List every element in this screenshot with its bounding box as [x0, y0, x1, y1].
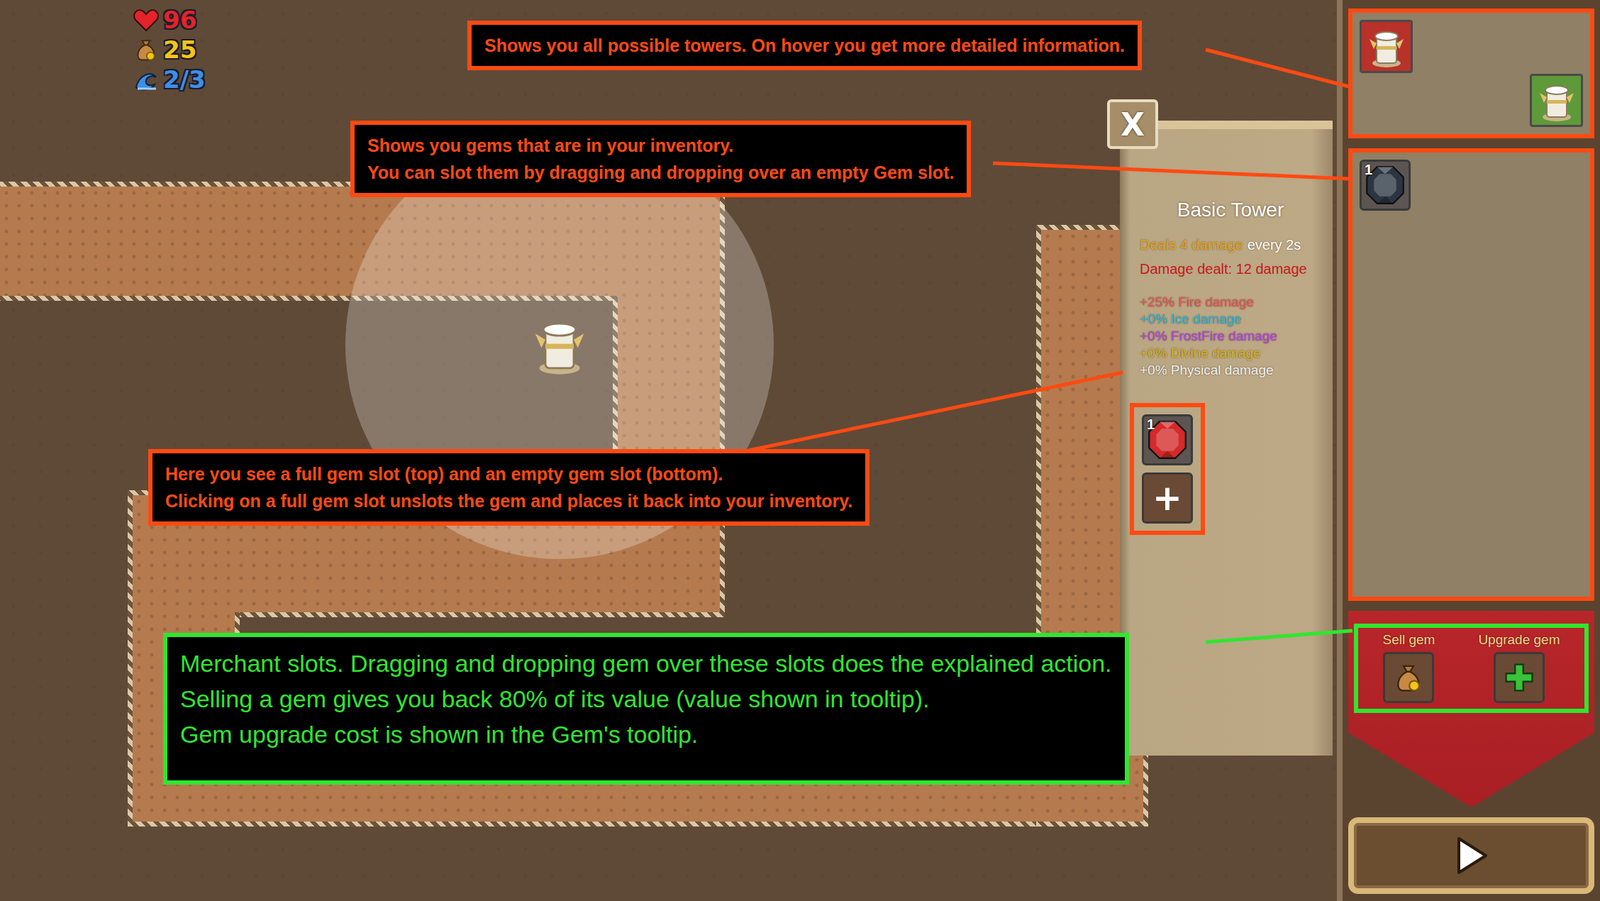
- money-bag-icon: [1392, 660, 1425, 694]
- game-screen: 96252/3 X Basic Tower Deals 4 damageevery 2…: [0, 0, 1600, 901]
- sell-gem: Sell gem: [1382, 631, 1435, 703]
- merchant-slots: Sell gem Upgrade gem: [1353, 623, 1589, 713]
- callout-line: Gem upgrade cost is shown in the Gem's t…: [180, 716, 1113, 752]
- money-bag-icon: [133, 36, 159, 63]
- gem-count: 1: [1364, 161, 1373, 179]
- health-stat: 96: [133, 5, 206, 35]
- callout-line: Selling a gem gives you back 80% of its …: [180, 680, 1113, 717]
- gold-stat: 25: [133, 35, 206, 64]
- plus-icon: [1502, 660, 1536, 694]
- player-stats: 96252/3: [133, 5, 206, 94]
- damage-dealt: Damage dealt: 12 damage: [1139, 259, 1322, 279]
- callout-line: Merchant slots. Dragging and dropping ge…: [180, 645, 1113, 681]
- gem-slots: 1+: [1129, 402, 1205, 535]
- inventory-gem[interactable]: 1: [1359, 159, 1411, 211]
- tower-card[interactable]: [1529, 73, 1583, 127]
- gem-inventory: 1: [1348, 148, 1595, 601]
- play-icon: [1454, 835, 1489, 876]
- full-gem-slot[interactable]: 1: [1141, 414, 1193, 466]
- callout-line: Shows you gems that are in your inventor…: [367, 131, 954, 159]
- heart-icon: [133, 7, 159, 32]
- merchant-label: Sell gem: [1382, 631, 1435, 648]
- callout-line: Here you see a full gem slot (top) and a…: [165, 460, 853, 488]
- damage-bonus: +0% Divine damage: [1139, 344, 1322, 362]
- tower-list: [1348, 8, 1595, 139]
- merchant-label: Upgrade gem: [1478, 631, 1560, 648]
- damage-text: Deals 4 damage: [1139, 236, 1244, 253]
- interval-text: every 2s: [1247, 236, 1302, 253]
- damage-bonuses: +25% Fire damage+0% Ice damage+0% FrostF…: [1139, 293, 1322, 379]
- gem-count: 1: [1146, 416, 1155, 433]
- tutorial-callout: Here you see a full gem slot (top) and a…: [148, 448, 870, 526]
- tower-card[interactable]: [1359, 19, 1413, 74]
- callout-line: Shows you all possible towers. On hover …: [484, 31, 1125, 59]
- stat-value: 96: [163, 5, 197, 35]
- placed-tower-icon[interactable]: [531, 312, 588, 377]
- wave-stat: 2/3: [133, 65, 206, 94]
- tutorial-callout: Shows you all possible towers. On hover …: [467, 20, 1142, 71]
- tutorial-note: Merchant slots. Dragging and dropping ge…: [163, 632, 1130, 785]
- stat-value: 25: [163, 35, 197, 64]
- damage-bonus: +0% Physical damage: [1139, 361, 1322, 379]
- merchant-panel: Sell gem Upgrade gem: [1348, 610, 1595, 808]
- tower-title: Basic Tower: [1139, 198, 1322, 222]
- wave-icon: [133, 67, 159, 92]
- empty-gem-slot[interactable]: +: [1141, 472, 1193, 524]
- sell-slot[interactable]: [1382, 651, 1435, 703]
- callout-line: You can slot them by dragging and droppi…: [367, 158, 954, 186]
- stat-value: 2/3: [163, 65, 206, 94]
- upgrade-slot[interactable]: [1493, 651, 1545, 703]
- damage-bonus: +0% Ice damage: [1139, 310, 1322, 328]
- tutorial-callout: Shows you gems that are in your inventor…: [350, 120, 971, 198]
- tower-icon: [1366, 24, 1407, 69]
- sidebar: 1 Sell gem Upgrade gem: [1336, 0, 1600, 901]
- damage-bonus: +0% FrostFire damage: [1139, 327, 1322, 345]
- damage-bonus: +25% Fire damage: [1139, 293, 1322, 311]
- tower-info-panel: XBasic TowerDeals 4 damageevery 2sDamage…: [1119, 120, 1333, 756]
- start-wave-button[interactable]: [1348, 817, 1595, 894]
- tower-icon: [1536, 78, 1577, 123]
- close-button[interactable]: X: [1107, 99, 1159, 149]
- upgrade-gem: Upgrade gem: [1478, 631, 1560, 703]
- damage-line: Deals 4 damageevery 2s: [1139, 235, 1322, 254]
- callout-line: Clicking on a full gem slot unslots the …: [165, 487, 853, 515]
